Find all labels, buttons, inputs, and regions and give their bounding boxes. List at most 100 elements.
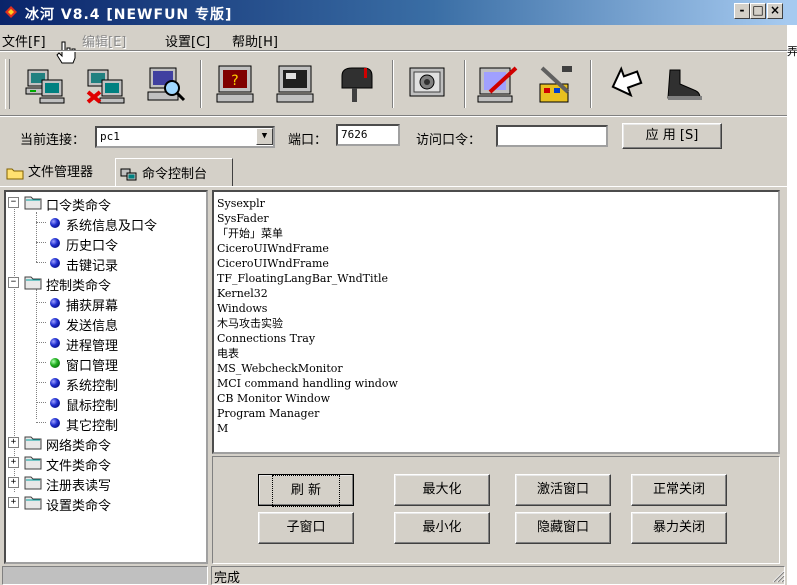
green-dot-icon: [50, 358, 60, 368]
tab-command-console-label: 命令控制台: [142, 167, 208, 182]
screen-capture-icon[interactable]: [406, 62, 450, 106]
blue-dot-icon: [50, 318, 60, 328]
password-field[interactable]: [496, 125, 608, 147]
output-line[interactable]: MCI command handling window: [217, 376, 775, 391]
apply-button[interactable]: 应 用 [S]: [622, 123, 722, 149]
port-field[interactable]: 7626: [336, 124, 400, 146]
tree-group-control[interactable]: − 控制类命令: [8, 274, 198, 294]
output-line[interactable]: Sysexplr: [217, 196, 775, 211]
current-connection-select[interactable]: pc1 ▼: [95, 126, 275, 148]
status-bar: 完成: [0, 564, 787, 585]
window-list-output[interactable]: Sysexplr SysFader 「开始」菜单 CiceroUIWndFram…: [212, 190, 780, 454]
svg-text:?: ?: [231, 73, 238, 89]
folder-icon: [6, 168, 24, 179]
connection-bar: 当前连接： pc1 ▼ 端口： 7626 访问口令： 应 用 [S]: [0, 119, 787, 155]
monitor-pen-icon[interactable]: [476, 62, 520, 106]
app-icon: [5, 6, 17, 18]
tab-command-console[interactable]: 命令控制台: [115, 158, 233, 186]
current-connection-value: pc1: [100, 130, 120, 143]
tree-group-file[interactable]: + 文件类命令: [8, 454, 198, 474]
tree-group-settings[interactable]: + 设置类命令: [8, 494, 198, 514]
background-title-fragment: [787, 0, 797, 25]
expand-icon[interactable]: +: [8, 457, 19, 468]
toolbar-separator: [590, 60, 592, 108]
expand-icon[interactable]: +: [8, 497, 19, 508]
refresh-button[interactable]: 刷 新: [258, 474, 354, 507]
maximize-window-button[interactable]: 最大化: [394, 474, 490, 506]
menu-file[interactable]: 文件[F]: [2, 31, 46, 50]
output-line[interactable]: Windows: [217, 301, 775, 316]
computer-search-icon[interactable]: [144, 62, 188, 106]
toolbar-divider: [0, 115, 787, 117]
tree-item-label: 发送信息: [66, 319, 119, 334]
window-action-panel: 刷 新 最大化 激活窗口 正常关闭 子窗口 最小化 隐藏窗口 暴力关闭: [212, 456, 780, 564]
toolbar-separator: [392, 60, 394, 108]
window-title: 冰河 V8.4 [NEWFUN 专版]: [25, 7, 233, 23]
folder-icon: [24, 196, 42, 210]
expand-icon[interactable]: +: [8, 437, 19, 448]
output-line[interactable]: Kernel32: [217, 286, 775, 301]
tab-file-manager-label: 文件管理器: [28, 165, 94, 180]
tab-file-manager[interactable]: 文件管理器: [2, 161, 114, 183]
normal-close-button[interactable]: 正常关闭: [631, 474, 727, 506]
menu-divider: [0, 50, 787, 52]
output-line[interactable]: CB Monitor Window: [217, 391, 775, 406]
output-line[interactable]: M: [217, 421, 775, 436]
output-line[interactable]: 木马攻击实验: [217, 316, 775, 331]
command-tree[interactable]: − 口令类命令 系统信息及口令 历史口令 击键记录 − 控制类命令 捕获屏幕 发…: [4, 190, 208, 564]
tree-group-network[interactable]: + 网络类命令: [8, 434, 198, 454]
output-line[interactable]: 电表: [217, 346, 775, 361]
maximize-button[interactable]: □: [750, 3, 766, 19]
close-button[interactable]: ×: [767, 3, 783, 19]
monitor-icon[interactable]: [274, 62, 318, 106]
folder-icon: [24, 276, 42, 290]
arrow-icon[interactable]: [604, 62, 648, 106]
toolbar-grip[interactable]: [5, 59, 10, 109]
activate-window-button[interactable]: 激活窗口: [515, 474, 611, 506]
output-line[interactable]: MS_WebcheckMonitor: [217, 361, 775, 376]
tree-group-label: 控制类命令: [46, 279, 112, 294]
menu-settings[interactable]: 设置[C]: [165, 31, 210, 50]
minimize-button[interactable]: -: [734, 3, 750, 19]
output-line[interactable]: TF_FloatingLangBar_WndTitle: [217, 271, 775, 286]
resize-grip-icon[interactable]: [771, 569, 785, 583]
collapse-icon[interactable]: −: [8, 277, 19, 288]
status-text: 完成: [211, 566, 785, 585]
output-line[interactable]: CiceroUIWndFrame: [217, 256, 775, 271]
expand-icon[interactable]: +: [8, 477, 19, 488]
output-line[interactable]: SysFader: [217, 211, 775, 226]
output-line[interactable]: Program Manager: [217, 406, 775, 421]
minimize-window-button[interactable]: 最小化: [394, 512, 490, 544]
collapse-icon[interactable]: −: [8, 197, 19, 208]
child-window-button[interactable]: 子窗口: [258, 512, 354, 544]
blue-dot-icon: [50, 398, 60, 408]
shoe-icon[interactable]: [662, 62, 706, 106]
chevron-down-icon[interactable]: ▼: [256, 128, 273, 145]
tree-group-label: 设置类命令: [46, 499, 112, 514]
output-line[interactable]: Connections Tray: [217, 331, 775, 346]
tree-item-label: 其它控制: [66, 419, 119, 434]
tree-line: [36, 212, 37, 262]
blue-dot-icon: [50, 338, 60, 348]
computer-remove-icon[interactable]: [84, 62, 128, 106]
refresh-button-label: 刷 新: [271, 475, 341, 507]
menu-help[interactable]: 帮助[H]: [232, 31, 278, 50]
blue-dot-icon: [50, 238, 60, 248]
menu-bar: 文件[F] 编辑[E] 设置[C] 帮助[H]: [0, 27, 787, 64]
tools-icon[interactable]: [534, 62, 578, 106]
toolbar: ?: [0, 54, 787, 114]
monitor-help-icon[interactable]: ?: [214, 62, 258, 106]
tree-group-registry[interactable]: + 注册表读写: [8, 474, 198, 494]
menu-edit[interactable]: 编辑[E]: [82, 31, 126, 50]
tree-item-label: 击键记录: [66, 259, 119, 274]
force-close-button[interactable]: 暴力关闭: [631, 512, 727, 544]
output-line[interactable]: CiceroUIWndFrame: [217, 241, 775, 256]
port-label: 端口：: [288, 133, 328, 148]
computer-icon[interactable]: [24, 62, 68, 106]
title-bar[interactable]: 冰河 V8.4 [NEWFUN 专版] - □ ×: [0, 0, 787, 25]
output-line[interactable]: 「开始」菜单: [217, 226, 775, 241]
tree-group-password[interactable]: − 口令类命令: [8, 194, 198, 214]
tree-group-label: 注册表读写: [46, 479, 112, 494]
mailbox-icon[interactable]: [334, 62, 378, 106]
hide-window-button[interactable]: 隐藏窗口: [515, 512, 611, 544]
